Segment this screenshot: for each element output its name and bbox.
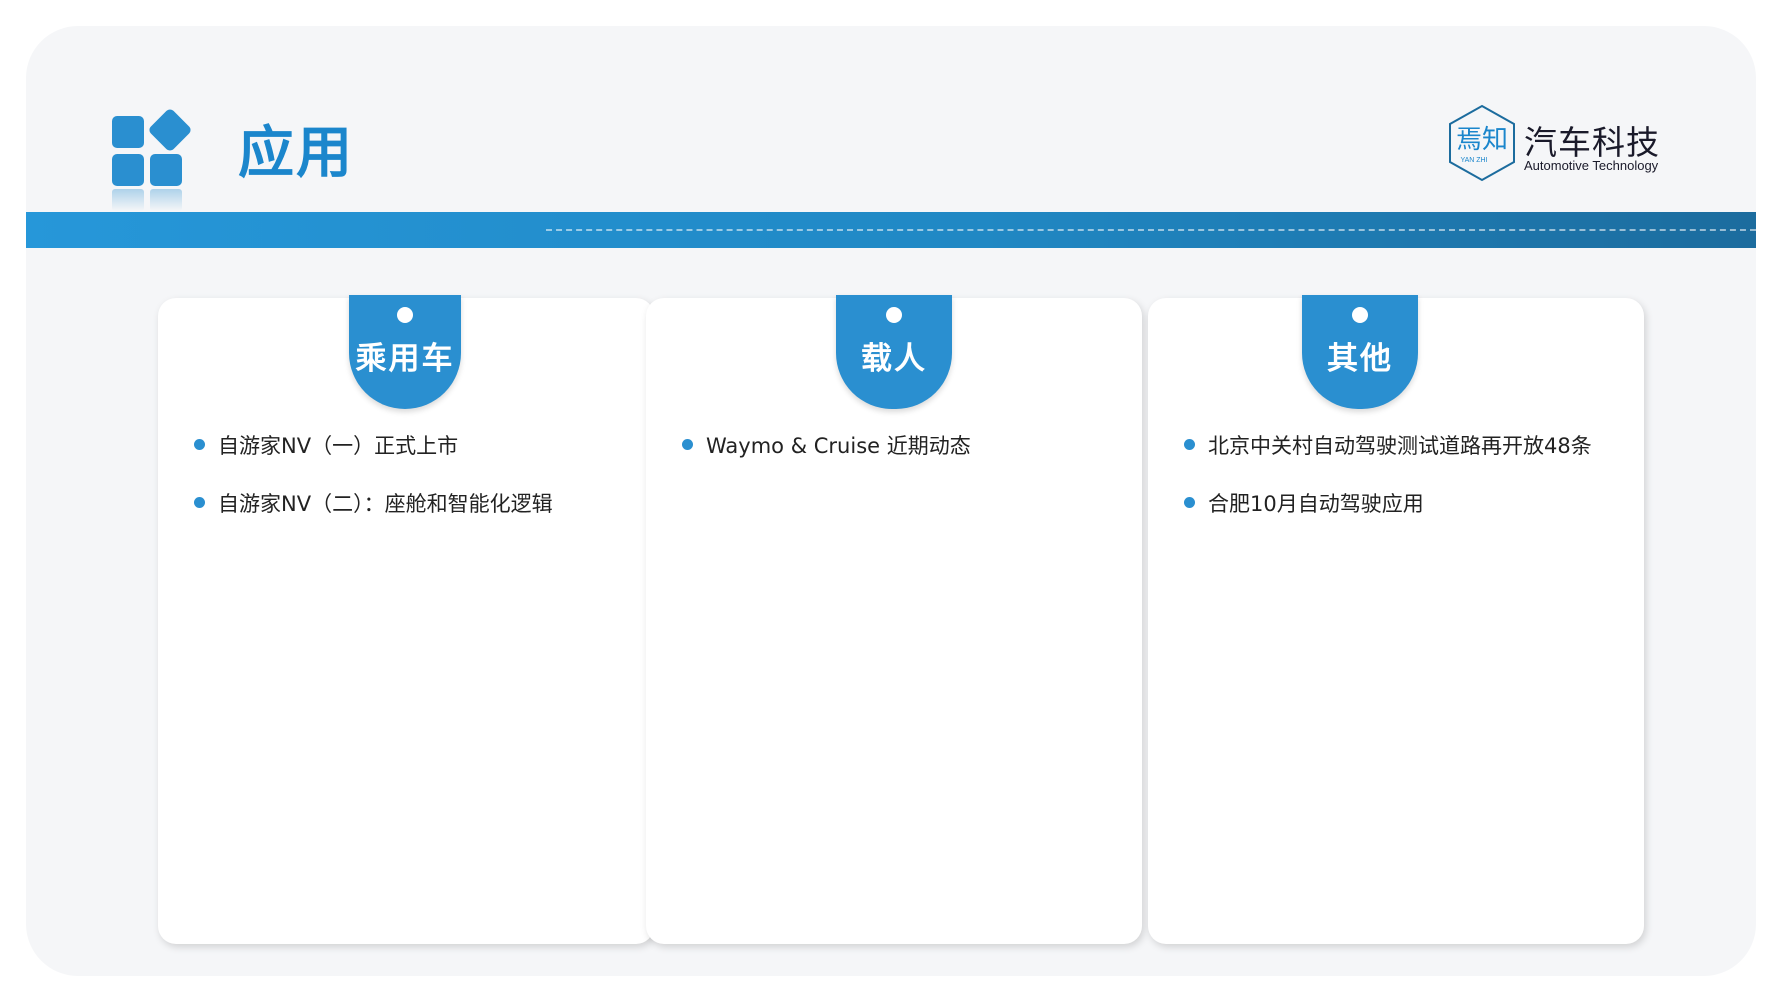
tab-dot-icon: [886, 307, 902, 323]
list-item-text: Waymo & Cruise 近期动态: [706, 434, 971, 458]
list-item-text: 自游家NV（一）正式上市: [218, 434, 459, 458]
logo-mark-text: 焉知: [1456, 125, 1508, 155]
card-other: 其他 北京中关村自动驾驶测试道路再开放48条 合肥10月自动驾驶应用: [1148, 295, 1644, 944]
card-tab: 载人: [836, 295, 952, 409]
bullet-icon: [194, 497, 205, 508]
header-band: [26, 212, 1756, 248]
band-dashed-line: [546, 229, 1756, 231]
bullet-icon: [1184, 439, 1195, 450]
list-item-text: 北京中关村自动驾驶测试道路再开放48条: [1208, 434, 1592, 458]
tab-dot-icon: [1352, 307, 1368, 323]
slide: 应用 焉知 YAN ZHI 汽车科技 Automotive Technology…: [26, 26, 1756, 976]
brand-logo: 焉知 YAN ZHI 汽车科技 Automotive Technology: [1444, 100, 1704, 188]
card-passenger-transport: 载人 Waymo & Cruise 近期动态: [646, 295, 1142, 944]
page-title: 应用: [238, 121, 354, 186]
bullet-icon: [682, 439, 693, 450]
card-tab: 其他: [1302, 295, 1418, 409]
list-item: Waymo & Cruise 近期动态: [682, 430, 1132, 488]
list-item: 自游家NV（二）：座舱和智能化逻辑: [194, 488, 644, 546]
yanzhi-logo-icon: 焉知 YAN ZHI: [1449, 104, 1515, 182]
list-item-text: 合肥10月自动驾驶应用: [1208, 492, 1424, 516]
card-item-list: 北京中关村自动驾驶测试道路再开放48条 合肥10月自动驾驶应用: [1184, 430, 1634, 546]
brand-name-cn: 汽车科技: [1524, 123, 1660, 162]
card-tab: 乘用车: [349, 295, 461, 409]
bullet-icon: [1184, 497, 1195, 508]
card-passenger-car: 乘用车 自游家NV（一）正式上市 自游家NV（二）：座舱和智能化逻辑: [158, 295, 654, 944]
card-label: 乘用车: [355, 341, 455, 377]
card-item-list: 自游家NV（一）正式上市 自游家NV（二）：座舱和智能化逻辑: [194, 430, 644, 546]
list-item: 北京中关村自动驾驶测试道路再开放48条: [1184, 430, 1634, 488]
logo-mark-sub: YAN ZHI: [1460, 157, 1487, 164]
card-label: 其他: [1327, 341, 1393, 377]
list-item-text: 自游家NV（二）：座舱和智能化逻辑: [218, 492, 553, 516]
brand-name-en: Automotive Technology: [1524, 158, 1659, 173]
tab-dot-icon: [397, 307, 413, 323]
list-item: 合肥10月自动驾驶应用: [1184, 488, 1634, 546]
card-item-list: Waymo & Cruise 近期动态: [682, 430, 1132, 488]
bullet-icon: [194, 439, 205, 450]
list-item: 自游家NV（一）正式上市: [194, 430, 644, 488]
card-label: 载人: [861, 341, 927, 377]
